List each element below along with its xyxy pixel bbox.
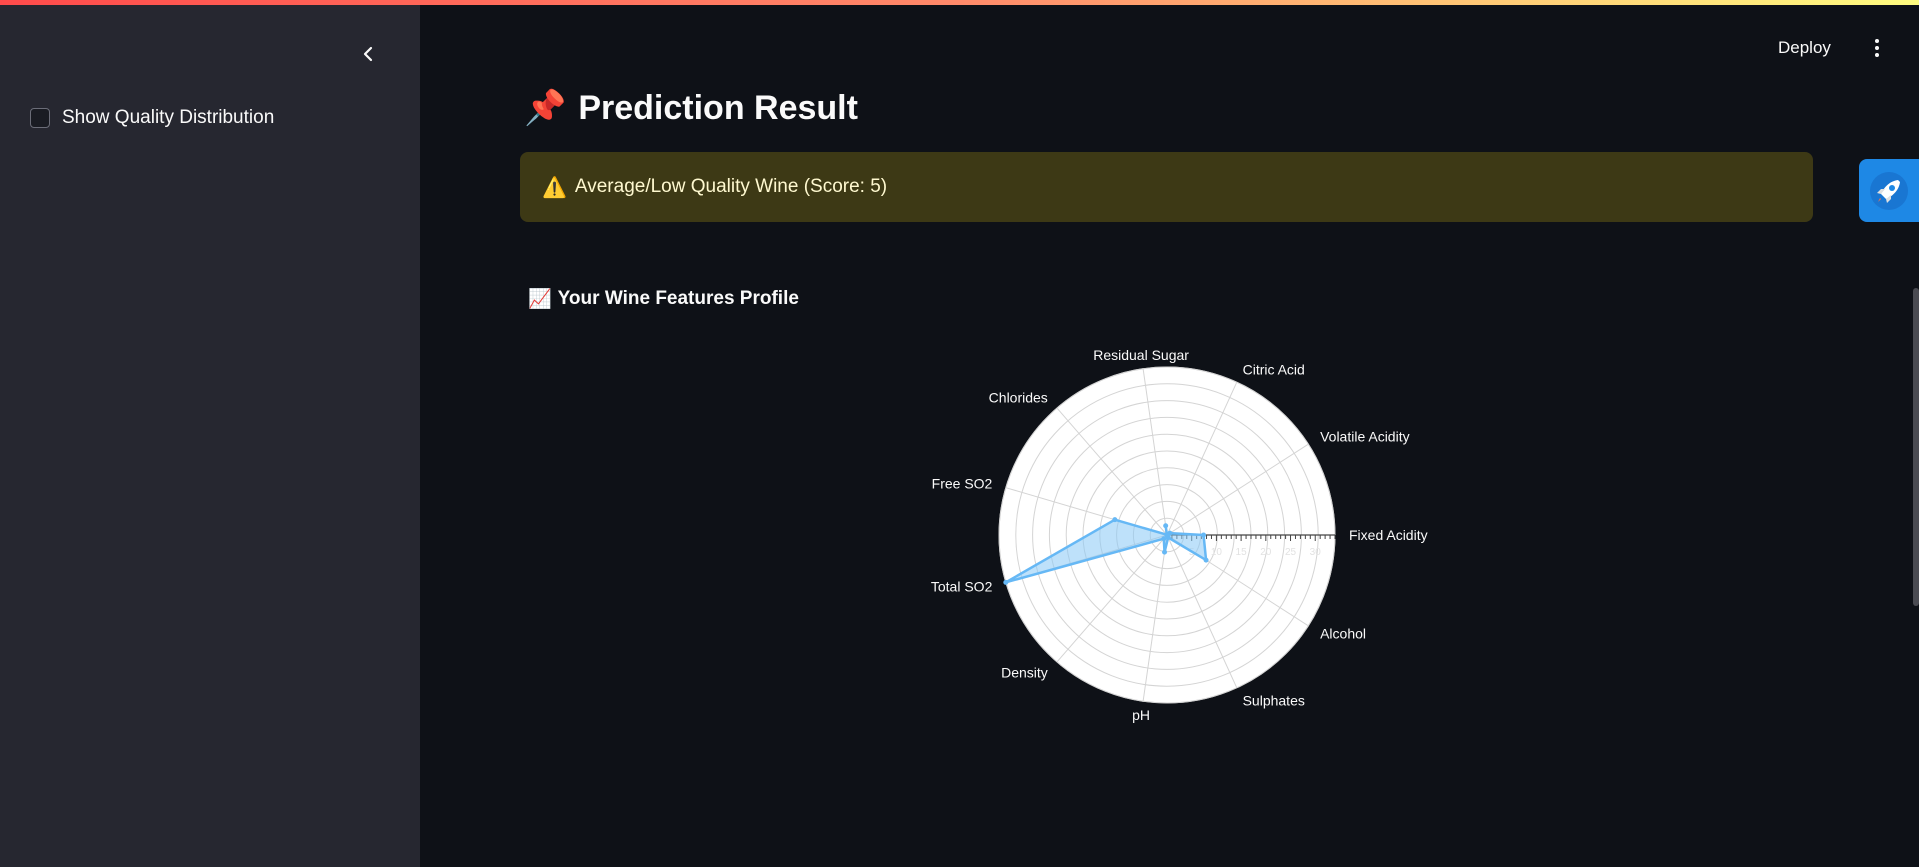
- sidebar: Show Quality Distribution: [0, 5, 420, 867]
- radar-data-point: [1161, 536, 1167, 542]
- radar-category-label: pH: [1132, 707, 1150, 723]
- radar-category-label: Sulphates: [1243, 693, 1305, 709]
- radar-category-label: Free SO2: [932, 476, 993, 492]
- radar-category-label: Residual Sugar: [1093, 347, 1189, 363]
- show-quality-distribution-checkbox[interactable]: [30, 108, 50, 128]
- warning-icon: ⚠️: [542, 176, 567, 199]
- radial-tick-label: 20: [1260, 547, 1272, 558]
- main-menu-button[interactable]: [1867, 34, 1887, 62]
- radar-data-point: [1003, 579, 1009, 585]
- checkbox-label: Show Quality Distribution: [62, 107, 275, 128]
- section-title-text: Your Wine Features Profile: [557, 288, 799, 309]
- page-scrollbar[interactable]: [1913, 288, 1919, 606]
- radar-category-label: Total SO2: [931, 578, 993, 594]
- radar-category-label: Chlorides: [989, 389, 1048, 405]
- radial-tick-label: 25: [1285, 547, 1297, 558]
- deploy-button[interactable]: Deploy: [1770, 34, 1839, 62]
- radial-tick-label: 15: [1236, 547, 1248, 558]
- radar-category-label: Density: [1001, 665, 1048, 681]
- radar-data-point: [1112, 517, 1118, 523]
- page-title-text: Prediction Result: [578, 88, 858, 127]
- radar-category-label: Volatile Acidity: [1320, 429, 1410, 445]
- wine-features-radar-chart: 51015202530Fixed AcidityVolatile Acidity…: [931, 347, 1428, 723]
- chart-increasing-icon: 📈: [528, 289, 552, 310]
- page-title: 📌 Prediction Result: [524, 88, 858, 128]
- radar-category-label: Citric Acid: [1243, 361, 1305, 377]
- radial-tick-label: 10: [1211, 547, 1223, 558]
- radar-category-label: Alcohol: [1320, 625, 1366, 641]
- prediction-alert-text: Average/Low Quality Wine (Score: 5): [574, 176, 888, 197]
- radar-category-label: Fixed Acidity: [1349, 527, 1428, 543]
- rocket-tab[interactable]: [1859, 159, 1919, 222]
- pushpin-icon: 📌: [524, 89, 567, 127]
- show-quality-distribution-checkbox-row[interactable]: Show Quality Distribution: [30, 107, 274, 129]
- chevron-left-icon: [363, 46, 373, 62]
- section-title: 📈 Your Wine Features Profile: [528, 287, 799, 311]
- rocket-icon: [1870, 171, 1908, 210]
- radar-data-point: [1163, 523, 1169, 529]
- radar-data-point: [1162, 549, 1168, 555]
- radar-data-point: [1165, 535, 1171, 541]
- radar-data-point: [1201, 532, 1207, 538]
- radar-data-point: [1203, 557, 1209, 563]
- prediction-alert: ⚠️ Average/Low Quality Wine (Score: 5): [520, 152, 1813, 222]
- more-vertical-icon: [1874, 39, 1879, 43]
- header-actions: Deploy: [1770, 34, 1887, 62]
- collapse-sidebar-button[interactable]: [355, 41, 381, 67]
- radial-tick-label: 30: [1310, 547, 1322, 558]
